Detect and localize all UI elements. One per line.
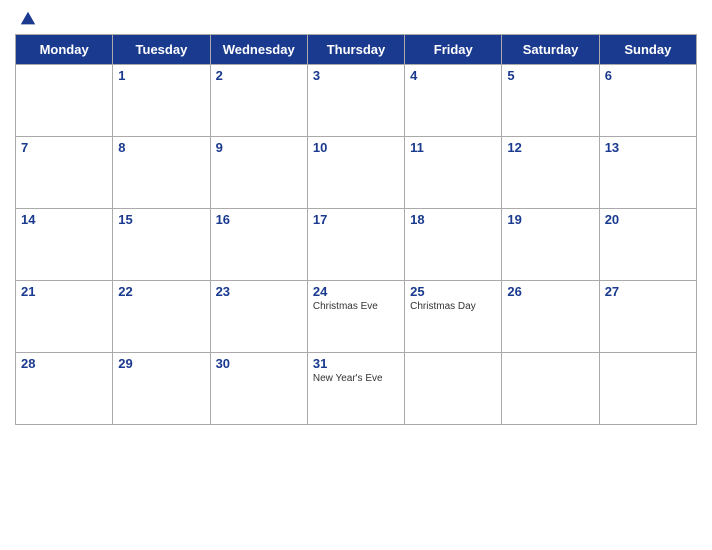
calendar-cell: 17 (307, 209, 404, 281)
day-number: 12 (507, 140, 593, 155)
weekday-header-row: MondayTuesdayWednesdayThursdayFridaySatu… (16, 35, 697, 65)
calendar-cell: 19 (502, 209, 599, 281)
calendar-cell: 21 (16, 281, 113, 353)
calendar-cell: 16 (210, 209, 307, 281)
calendar-cell: 20 (599, 209, 696, 281)
calendar-cell: 31 New Year's Eve (307, 353, 404, 425)
calendar-table: MondayTuesdayWednesdayThursdayFridaySatu… (15, 34, 697, 425)
day-number: 25 (410, 284, 496, 299)
holiday-label: New Year's Eve (313, 373, 399, 384)
day-number: 14 (21, 212, 107, 227)
day-number: 24 (313, 284, 399, 299)
calendar-cell: 15 (113, 209, 210, 281)
calendar-cell: 26 (502, 281, 599, 353)
calendar-cell: 10 (307, 137, 404, 209)
calendar-cell: 4 (405, 65, 502, 137)
day-number: 17 (313, 212, 399, 227)
calendar-cell: 1 (113, 65, 210, 137)
logo-icon (19, 10, 37, 28)
calendar-body: 123456789101112131415161718192021222324C… (16, 65, 697, 425)
day-number: 19 (507, 212, 593, 227)
calendar-cell: 6 (599, 65, 696, 137)
calendar-cell (405, 353, 502, 425)
week-row-3: 14 15 16 17 18 19 20 (16, 209, 697, 281)
day-number: 6 (605, 68, 691, 83)
day-number: 16 (216, 212, 302, 227)
week-row-2: 789 10 11 12 13 (16, 137, 697, 209)
calendar-cell (16, 65, 113, 137)
calendar-cell: 24 Christmas Eve (307, 281, 404, 353)
day-number: 13 (605, 140, 691, 155)
calendar-cell: 7 (16, 137, 113, 209)
calendar-cell: 18 (405, 209, 502, 281)
calendar-cell: 29 (113, 353, 210, 425)
day-number: 18 (410, 212, 496, 227)
day-number: 31 (313, 356, 399, 371)
calendar-cell: 2 (210, 65, 307, 137)
day-number: 26 (507, 284, 593, 299)
day-number: 8 (118, 140, 204, 155)
calendar-cell: 8 (113, 137, 210, 209)
calendar-cell: 25 Christmas Day (405, 281, 502, 353)
calendar-cell: 14 (16, 209, 113, 281)
day-number: 30 (216, 356, 302, 371)
logo (15, 10, 37, 28)
weekday-header-monday: Monday (16, 35, 113, 65)
week-row-4: 21 22 23 24 Christmas Eve 25 Christmas Day 26 27 (16, 281, 697, 353)
holiday-label: Christmas Day (410, 301, 496, 312)
calendar-cell: 12 (502, 137, 599, 209)
calendar-cell: 5 (502, 65, 599, 137)
day-number: 10 (313, 140, 399, 155)
weekday-header-thursday: Thursday (307, 35, 404, 65)
day-number: 11 (410, 140, 496, 155)
calendar-header (15, 10, 697, 28)
calendar-cell (599, 353, 696, 425)
day-number: 28 (21, 356, 107, 371)
weekday-header-saturday: Saturday (502, 35, 599, 65)
calendar-cell: 9 (210, 137, 307, 209)
calendar-cell: 11 (405, 137, 502, 209)
calendar-cell: 27 (599, 281, 696, 353)
weekday-header-wednesday: Wednesday (210, 35, 307, 65)
day-number: 4 (410, 68, 496, 83)
calendar-cell: 3 (307, 65, 404, 137)
calendar-cell: 22 (113, 281, 210, 353)
day-number: 2 (216, 68, 302, 83)
calendar-cell: 30 (210, 353, 307, 425)
calendar-cell: 13 (599, 137, 696, 209)
day-number: 29 (118, 356, 204, 371)
day-number: 23 (216, 284, 302, 299)
day-number: 15 (118, 212, 204, 227)
week-row-1: 123456 (16, 65, 697, 137)
day-number: 9 (216, 140, 302, 155)
calendar-cell: 23 (210, 281, 307, 353)
day-number: 21 (21, 284, 107, 299)
day-number: 20 (605, 212, 691, 227)
week-row-5: 28 29 30 31 New Year's Eve (16, 353, 697, 425)
day-number: 22 (118, 284, 204, 299)
day-number: 5 (507, 68, 593, 83)
calendar-cell (502, 353, 599, 425)
day-number: 1 (118, 68, 204, 83)
weekday-header-sunday: Sunday (599, 35, 696, 65)
day-number: 3 (313, 68, 399, 83)
calendar-cell: 28 (16, 353, 113, 425)
day-number: 7 (21, 140, 107, 155)
weekday-header-friday: Friday (405, 35, 502, 65)
weekday-header-tuesday: Tuesday (113, 35, 210, 65)
day-number: 27 (605, 284, 691, 299)
holiday-label: Christmas Eve (313, 301, 399, 312)
